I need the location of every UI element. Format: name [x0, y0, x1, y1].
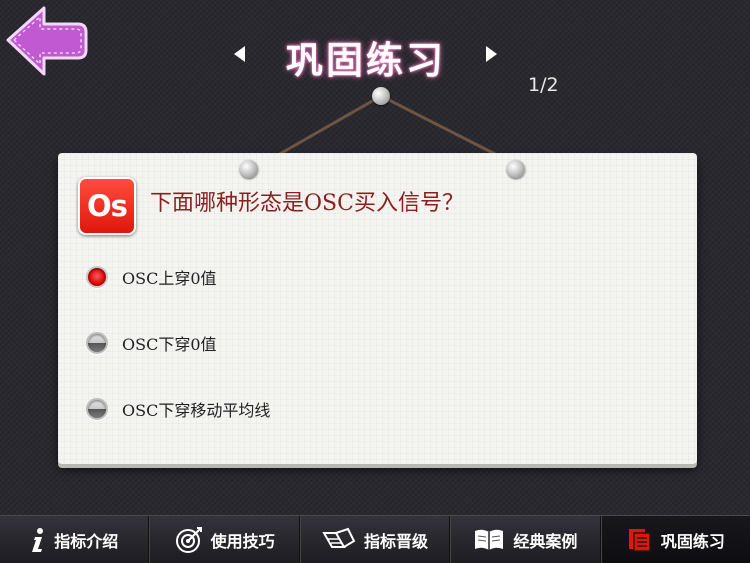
tab-indicator-upgrade[interactable]: 指标晋级 [299, 516, 451, 563]
answer-option[interactable]: OSC下穿移动平均线 [86, 394, 270, 424]
question-text: 下面哪种形态是OSC买入信号？ [150, 191, 464, 216]
tab-label: 使用技巧 [210, 531, 275, 551]
tab-usage-tips[interactable]: 使用技巧 [149, 516, 300, 563]
back-arrow-button[interactable] [4, 4, 90, 78]
upgrade-icon [322, 527, 356, 548]
osc-logo: Os [78, 177, 136, 235]
page-title: 巩固练习 [286, 38, 446, 82]
radio-unselected-icon[interactable] [86, 332, 108, 354]
answer-option-label: OSC下穿0值 [122, 335, 217, 354]
answer-option[interactable]: OSC下穿0值 [86, 328, 217, 358]
tab-classic-cases[interactable]: 经典案例 [450, 516, 601, 563]
tab-label: 经典案例 [513, 531, 578, 551]
bottom-tab-bar: 指标介绍 使用技巧 指标晋级 经典案例 巩固练习 [0, 515, 750, 563]
tab-label: 指标晋级 [364, 531, 429, 551]
answer-option-label: OSC上穿0值 [122, 269, 217, 288]
tab-practice[interactable]: 巩固练习 [600, 516, 750, 563]
osc-logo-text: Os [87, 189, 128, 223]
answer-option[interactable]: OSC上穿0值 [86, 262, 217, 292]
radio-unselected-icon[interactable] [86, 398, 108, 420]
info-icon [32, 527, 44, 552]
tab-label: 指标介绍 [54, 531, 119, 551]
target-icon [175, 526, 202, 553]
card-pin-left [240, 160, 258, 178]
answer-option-label: OSC下穿移动平均线 [122, 401, 271, 420]
hanger-pin [372, 87, 390, 105]
previous-page-arrow[interactable] [234, 46, 245, 62]
card-pin-right [507, 160, 525, 178]
page-counter: 1/2 [528, 74, 559, 96]
tab-indicator-intro[interactable]: 指标介绍 [0, 516, 150, 563]
tab-label: 巩固练习 [660, 531, 725, 551]
question-card: Os 下面哪种形态是OSC买入信号？ OSC上穿0值 OSC下穿0值 OSC下穿… [58, 153, 697, 464]
radio-selected-icon[interactable] [86, 266, 108, 288]
pages-icon [628, 528, 651, 552]
next-page-arrow[interactable] [486, 46, 497, 62]
book-icon [475, 529, 504, 550]
